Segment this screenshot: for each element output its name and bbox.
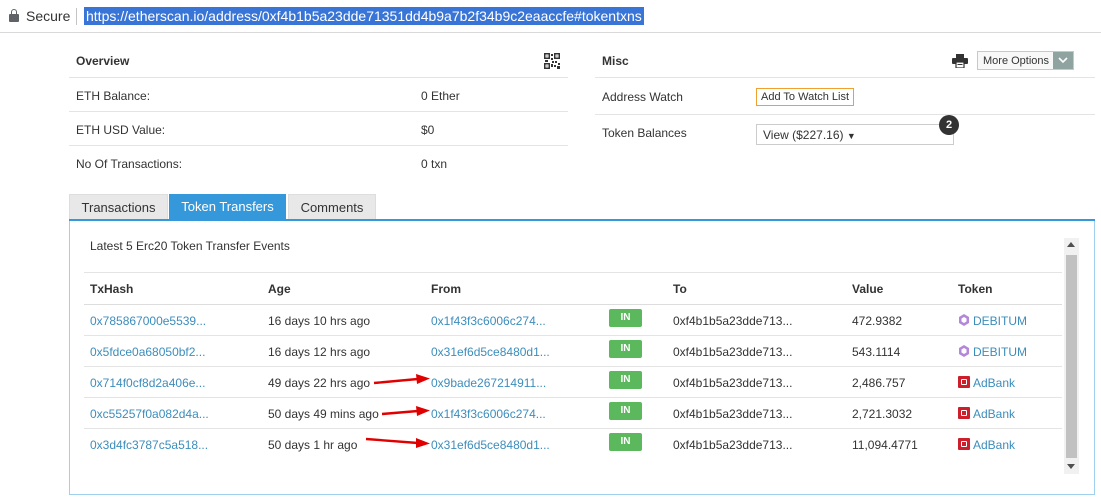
eth-balance-value: 0 Ether	[421, 89, 460, 103]
age-cell: 16 days 12 hrs ago	[268, 345, 371, 359]
from-address-link[interactable]: 0x31ef6d5ce8480d1...	[431, 438, 550, 452]
value-cell: 472.9382	[852, 314, 903, 328]
caret-down-icon: ▼	[846, 131, 856, 141]
table-header-divider	[84, 304, 1062, 305]
token-link[interactable]: AdBank	[973, 438, 1015, 452]
more-options-button[interactable]: More Options	[977, 51, 1074, 70]
eth-balance-label: ETH Balance:	[76, 89, 151, 103]
eth-usd-value-label: ETH USD Value:	[76, 123, 166, 137]
table-top-divider	[84, 272, 1062, 273]
column-header-to: To	[673, 282, 687, 296]
address-separator	[76, 8, 77, 25]
column-header-age: Age	[268, 282, 291, 296]
tx-count-label: No Of Transactions:	[76, 157, 183, 171]
adbank-token-icon	[958, 407, 970, 419]
from-address-link[interactable]: 0x31ef6d5ce8480d1...	[431, 345, 550, 359]
txhash-link[interactable]: 0x714f0cf8d2a406e...	[90, 376, 205, 390]
column-header-from: From	[431, 282, 461, 296]
to-address-cell: 0xf4b1b5a23dde713...	[673, 314, 793, 328]
token-link[interactable]: AdBank	[973, 407, 1015, 421]
age-cell: 50 days 49 mins ago	[268, 407, 379, 421]
token-balances-select-label: View ($227.16) ▼	[763, 128, 856, 142]
transfers-heading: Latest 5 Erc20 Token Transfer Events	[90, 239, 290, 253]
misc-row-divider	[595, 114, 1095, 115]
table-row-divider	[84, 366, 1062, 367]
tx-count-value: 0 txn	[421, 157, 448, 171]
tab-comments[interactable]: Comments	[288, 194, 376, 220]
qr-code-icon[interactable]	[544, 53, 560, 69]
txhash-link[interactable]: 0x785867000e5539...	[90, 314, 206, 328]
add-to-watch-list-button[interactable]: Add To Watch List	[756, 88, 855, 106]
overview-divider	[69, 77, 568, 78]
tab-token-transfers[interactable]: Token Transfers	[169, 194, 286, 220]
txhash-link[interactable]: 0xc55257f0a082d4a...	[90, 407, 209, 421]
column-header-txhash: TxHash	[90, 282, 134, 296]
age-cell: 50 days 1 hr ago	[268, 438, 358, 452]
token-link[interactable]: AdBank	[973, 376, 1015, 390]
annotation-arrow	[373, 374, 430, 385]
lock-icon[interactable]	[9, 9, 19, 22]
direction-in-badge: IN	[609, 371, 642, 389]
chevron-down-icon[interactable]	[1053, 52, 1073, 69]
value-cell: 2,486.757	[852, 376, 906, 390]
overview-row-divider	[69, 111, 568, 112]
printer-icon[interactable]	[952, 54, 968, 68]
address-watch-label: Address Watch	[602, 90, 683, 104]
from-address-link[interactable]: 0x1f43f3c6006c274...	[431, 407, 546, 421]
direction-in-badge: IN	[609, 402, 642, 420]
token-count-badge: 2	[939, 115, 959, 135]
from-address-link[interactable]: 0x1f43f3c6006c274...	[431, 314, 546, 328]
tab-transactions[interactable]: Transactions	[69, 194, 168, 220]
misc-divider	[595, 77, 1095, 78]
age-cell: 49 days 22 hrs ago	[268, 376, 371, 390]
token-transfers-panel	[69, 221, 1095, 495]
scrollbar-thumb[interactable]	[1066, 255, 1077, 458]
txhash-link[interactable]: 0x5fdce0a68050bf2...	[90, 345, 205, 359]
eth-usd-value: $0	[421, 123, 435, 137]
url-field[interactable]: https://etherscan.io/address/0xf4b1b5a23…	[84, 7, 644, 25]
direction-in-badge: IN	[609, 309, 642, 327]
to-address-cell: 0xf4b1b5a23dde713...	[673, 438, 793, 452]
more-options-label: More Options	[983, 55, 1050, 67]
token-balances-label: Token Balances	[602, 126, 687, 140]
browser-address-bar: Secure https://etherscan.io/address/0xf4…	[0, 0, 1101, 33]
token-link[interactable]: DEBITUM	[973, 345, 1027, 359]
adbank-token-icon	[958, 376, 970, 388]
direction-in-badge: IN	[609, 433, 642, 451]
table-scrollbar[interactable]	[1064, 238, 1079, 474]
txhash-link[interactable]: 0x3d4fc3787c5a518...	[90, 438, 208, 452]
annotation-arrow	[365, 437, 430, 448]
table-row-divider	[84, 335, 1062, 336]
to-address-cell: 0xf4b1b5a23dde713...	[673, 376, 793, 390]
debitum-token-icon	[959, 345, 969, 357]
direction-in-badge: IN	[609, 340, 642, 358]
scroll-up-icon[interactable]	[1067, 242, 1075, 247]
table-row-divider	[84, 428, 1062, 429]
from-address-link[interactable]: 0x9bade267214911...	[431, 376, 546, 390]
value-cell: 2,721.3032	[852, 407, 913, 421]
misc-title: Misc	[602, 54, 629, 68]
column-header-value: Value	[852, 282, 884, 296]
secure-label[interactable]: Secure	[26, 8, 70, 24]
age-cell: 16 days 10 hrs ago	[268, 314, 371, 328]
table-row-divider	[84, 397, 1062, 398]
value-cell: 11,094.4771	[852, 438, 918, 452]
overview-title: Overview	[76, 54, 130, 68]
overview-row-divider	[69, 145, 568, 146]
column-header-token: Token	[958, 282, 993, 296]
token-balances-dropdown[interactable]: View ($227.16) ▼	[756, 124, 954, 145]
value-cell: 543.1114	[852, 345, 901, 359]
debitum-token-icon	[959, 314, 969, 326]
adbank-token-icon	[958, 438, 970, 450]
scroll-down-icon[interactable]	[1067, 464, 1075, 469]
to-address-cell: 0xf4b1b5a23dde713...	[673, 407, 793, 421]
to-address-cell: 0xf4b1b5a23dde713...	[673, 345, 793, 359]
token-link[interactable]: DEBITUM	[973, 314, 1027, 328]
annotation-arrow	[381, 406, 430, 416]
